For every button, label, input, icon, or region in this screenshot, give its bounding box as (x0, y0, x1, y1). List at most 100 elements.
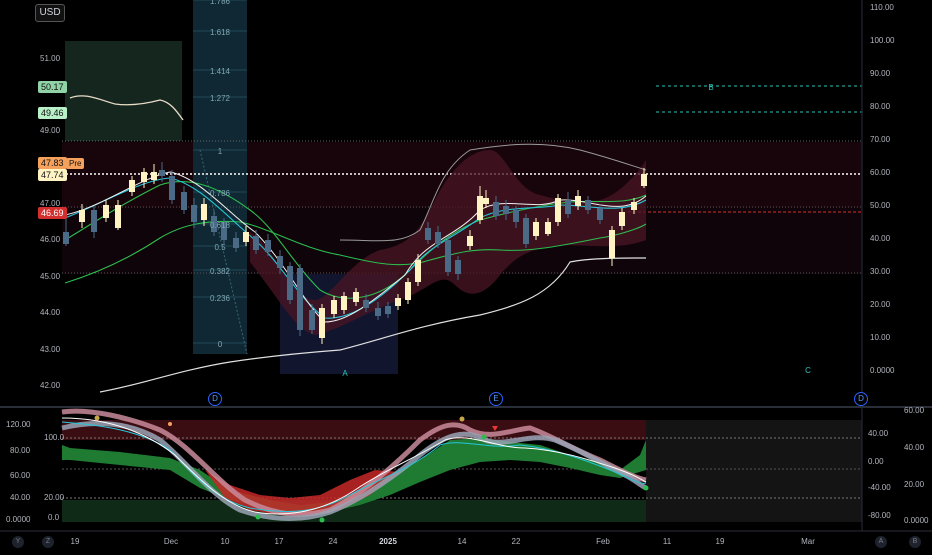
osc-left-label: 0.0000 (6, 515, 31, 524)
osc-dot-5 (481, 434, 487, 440)
candle-body (575, 196, 581, 206)
fib-label: 0.382 (210, 267, 231, 276)
candle-body (609, 230, 615, 258)
right-price-label: 0.0000 (870, 366, 895, 375)
scale-toggle-y[interactable]: Y (12, 536, 24, 548)
fib-label: 0.5 (214, 243, 226, 252)
wave-label-a: A (342, 369, 348, 378)
candle-body (243, 232, 249, 242)
osc-dot-3 (319, 517, 325, 523)
time-axis[interactable]: 19 Dec 10 17 24 2025 14 22 Feb 11 19 Mar (71, 537, 816, 546)
candle-body (619, 212, 625, 226)
red-line-price-tag: 46.69 (38, 207, 67, 219)
event-marker-2[interactable]: E (489, 392, 503, 406)
osc-dot-7 (168, 422, 172, 426)
fib-label: 1.414 (210, 67, 231, 76)
price-label: 51.00 (40, 54, 61, 63)
osc-mid-label: -40.00 (868, 483, 891, 492)
time-label: 11 (663, 537, 672, 546)
chart-canvas[interactable]: 51.0049.0047.0046.0045.0044.0043.0042.00… (0, 0, 932, 550)
fib-label: 0.618 (210, 221, 231, 230)
candle-body (141, 172, 147, 182)
candle-body (129, 180, 135, 192)
candle-body (115, 205, 121, 228)
candle-body (483, 198, 489, 204)
price-label: 46.00 (40, 235, 61, 244)
right-price-label: 90.00 (870, 69, 891, 78)
osc-left-label: 0.0 (48, 513, 60, 522)
fib-label: 1.272 (210, 94, 231, 103)
candle-body (493, 202, 499, 216)
candle-body (545, 222, 551, 234)
candle-body (103, 205, 109, 218)
osc-mid-axis[interactable]: 40.00 0.00 -40.00 -80.00 (868, 429, 891, 520)
osc-right-axis[interactable]: 60.00 40.00 20.00 0.0000 (904, 406, 929, 525)
candle-body (79, 210, 85, 222)
candle-body (467, 236, 473, 246)
osc-left-label: 120.00 (6, 420, 31, 429)
fib-label: 1 (218, 147, 223, 156)
osc-dot-2 (255, 514, 261, 520)
wave-label-b: B (708, 83, 713, 92)
candle-body (597, 208, 603, 220)
event-marker-1[interactable]: D (208, 392, 222, 406)
candle-body (297, 268, 303, 330)
candle-body (233, 238, 239, 248)
candle-body (415, 260, 421, 282)
ma-lower-price-tag: 49.46 (38, 107, 67, 119)
time-label: 2025 (379, 537, 397, 546)
right-price-label: 110.00 (870, 3, 894, 12)
fib-label: 1.786 (210, 0, 231, 6)
candle-body (455, 260, 461, 274)
candle-body (523, 218, 529, 244)
log-scale-button[interactable]: B (909, 536, 921, 548)
pre-market-badge: Pre (66, 158, 85, 169)
time-label: 24 (329, 537, 338, 546)
osc-dot-6 (643, 485, 649, 491)
fib-label: 0.786 (210, 189, 231, 198)
time-label: 22 (512, 537, 521, 546)
right-price-label: 30.00 (870, 267, 891, 276)
candle-body (565, 200, 571, 214)
chart-stage[interactable]: 51.00 49.00 47.00 46.00 45.00 44.00 43.00 42.00… (0, 0, 932, 550)
fib-label: 1.618 (210, 28, 231, 37)
candle-body (435, 232, 441, 244)
fib-label: 0 (218, 340, 223, 349)
price-label: 45.00 (40, 272, 61, 281)
time-label: 17 (275, 537, 284, 546)
candle-body (63, 232, 69, 244)
candle-body (309, 310, 315, 330)
price-label: 43.00 (40, 345, 61, 354)
candle-body (363, 300, 369, 308)
candle-body (91, 210, 97, 232)
osc-left-axis[interactable]: 120.00 100.0 80.00 60.00 40.00 20.00 0.0000 0.0 (6, 420, 65, 524)
fib-label: 0.236 (210, 294, 231, 303)
scale-toggle-z[interactable]: Z (42, 536, 54, 548)
candle-body (287, 266, 293, 300)
price-label: 42.00 (40, 381, 61, 390)
candle-body (375, 308, 381, 316)
right-price-label: 10.00 (870, 333, 891, 342)
candle-body (353, 292, 359, 302)
osc-left-label: 100.0 (44, 433, 65, 442)
candle-body (341, 296, 347, 310)
candle-body (181, 192, 187, 210)
osc-mid-label: -80.00 (868, 511, 891, 520)
currency-button[interactable]: USD (35, 4, 65, 22)
right-price-label: 50.00 (870, 201, 891, 210)
candle-body (331, 300, 337, 314)
candle-body (641, 174, 647, 186)
right-price-label: 80.00 (870, 102, 891, 111)
candle-body (405, 282, 411, 300)
event-marker-3[interactable]: D (854, 392, 868, 406)
range-box (65, 41, 182, 141)
right-price-axis[interactable]: 110.00 100.00 90.00 80.00 70.00 60.00 50.00 40.… (870, 3, 895, 375)
wave-label-c: C (805, 366, 811, 375)
time-label: 19 (71, 537, 80, 546)
osc-mid-label: 40.00 (868, 429, 889, 438)
candle-body (385, 306, 391, 314)
left-price-axis[interactable]: 51.0049.0047.0046.0045.0044.0043.0042.00 (40, 54, 61, 390)
candle-body (631, 202, 637, 210)
auto-scale-button[interactable]: A (875, 536, 887, 548)
osc-future-zone (646, 420, 862, 522)
